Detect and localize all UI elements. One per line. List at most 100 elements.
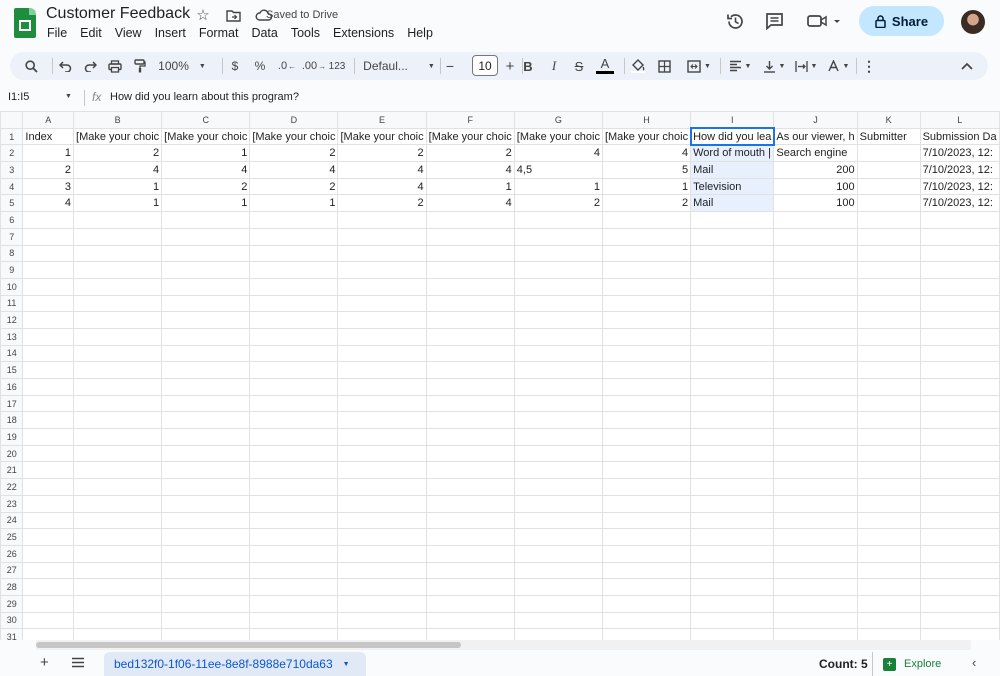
cell[interactable] xyxy=(22,277,75,296)
cell[interactable]: Word of mouth | xyxy=(690,144,775,163)
cell[interactable] xyxy=(22,578,75,596)
selection-count[interactable]: Count: 5 xyxy=(819,657,868,671)
cell[interactable] xyxy=(601,311,692,329)
cell[interactable] xyxy=(856,461,921,480)
cell[interactable] xyxy=(22,344,75,363)
cell[interactable] xyxy=(856,177,921,196)
cell[interactable] xyxy=(249,494,339,513)
column-header-k[interactable]: K xyxy=(856,111,921,129)
column-header-h[interactable]: H xyxy=(601,111,692,129)
cell[interactable] xyxy=(690,394,775,413)
cell[interactable] xyxy=(161,544,251,563)
cell[interactable]: 4 xyxy=(161,161,251,179)
cell[interactable] xyxy=(513,428,603,446)
cell[interactable] xyxy=(513,561,603,580)
cell[interactable]: Mail xyxy=(690,161,775,179)
font-size-input[interactable]: 10 xyxy=(472,55,498,76)
row-header[interactable]: 31 xyxy=(0,628,24,640)
cell[interactable] xyxy=(337,611,427,630)
cell[interactable] xyxy=(22,394,75,413)
cell[interactable] xyxy=(73,544,163,563)
cell[interactable] xyxy=(856,444,921,463)
row-header[interactable]: 21 xyxy=(0,461,24,480)
cell[interactable] xyxy=(161,628,251,640)
cell[interactable]: 7/10/2023, 12: xyxy=(919,177,1000,196)
cell[interactable] xyxy=(161,528,251,546)
cell[interactable] xyxy=(425,611,515,630)
cell[interactable] xyxy=(856,294,921,313)
cell[interactable]: 2 xyxy=(337,194,427,213)
text-wrapping-button[interactable]: ▼ xyxy=(790,56,822,76)
row-header[interactable]: 12 xyxy=(0,311,24,329)
cell[interactable] xyxy=(73,227,163,246)
cell[interactable] xyxy=(425,361,515,379)
row-header[interactable]: 7 xyxy=(0,227,24,246)
cell[interactable] xyxy=(161,244,251,263)
version-history-icon[interactable] xyxy=(724,10,746,32)
cell[interactable] xyxy=(601,277,692,296)
cell[interactable] xyxy=(690,261,775,279)
cell[interactable]: 1 xyxy=(161,194,251,213)
cell[interactable] xyxy=(601,211,692,229)
cell[interactable] xyxy=(425,411,515,430)
menu-extensions[interactable]: Extensions xyxy=(333,26,394,40)
cell[interactable] xyxy=(690,327,775,346)
cell[interactable] xyxy=(690,277,775,296)
cell[interactable] xyxy=(73,561,163,580)
cell[interactable] xyxy=(856,494,921,513)
cell[interactable] xyxy=(22,628,75,640)
redo-icon[interactable] xyxy=(81,56,99,76)
cell[interactable] xyxy=(601,378,692,396)
cell[interactable] xyxy=(919,528,1000,546)
row-header[interactable]: 1 xyxy=(0,127,24,146)
cell[interactable] xyxy=(22,261,75,279)
column-header-d[interactable]: D xyxy=(249,111,339,129)
font-family-select[interactable]: Defaul... ▼ xyxy=(363,56,435,76)
cell[interactable] xyxy=(73,461,163,480)
column-header-i[interactable]: I xyxy=(690,111,775,129)
cell[interactable] xyxy=(690,511,775,530)
cell[interactable] xyxy=(337,511,427,530)
cell[interactable] xyxy=(856,261,921,279)
cell[interactable]: Submission Da xyxy=(919,127,1000,146)
row-header[interactable]: 15 xyxy=(0,361,24,379)
row-header[interactable]: 2 xyxy=(0,144,24,163)
row-header[interactable]: 4 xyxy=(0,177,24,196)
cell[interactable] xyxy=(425,561,515,580)
cell[interactable] xyxy=(773,578,858,596)
avatar[interactable] xyxy=(961,10,985,34)
cell[interactable] xyxy=(73,277,163,296)
cell[interactable] xyxy=(249,244,339,263)
cell[interactable] xyxy=(601,428,692,446)
cell[interactable] xyxy=(919,428,1000,446)
cell[interactable] xyxy=(161,444,251,463)
cell[interactable] xyxy=(513,361,603,379)
cell[interactable] xyxy=(425,428,515,446)
cell[interactable] xyxy=(22,444,75,463)
cell[interactable] xyxy=(513,311,603,329)
cell[interactable] xyxy=(161,277,251,296)
cell[interactable] xyxy=(337,544,427,563)
cell[interactable] xyxy=(690,211,775,229)
cell[interactable] xyxy=(513,628,603,640)
cell[interactable] xyxy=(425,544,515,563)
cell[interactable] xyxy=(856,378,921,396)
cell[interactable] xyxy=(513,344,603,363)
cell[interactable] xyxy=(601,261,692,279)
cell[interactable]: [Make your choic xyxy=(73,127,163,146)
row-header[interactable]: 29 xyxy=(0,594,24,613)
cell[interactable] xyxy=(337,444,427,463)
cell[interactable]: [Make your choic xyxy=(337,127,427,146)
cell[interactable]: 2 xyxy=(161,177,251,196)
sheets-logo-icon[interactable] xyxy=(14,8,36,38)
cell[interactable] xyxy=(690,578,775,596)
row-header[interactable]: 24 xyxy=(0,511,24,530)
cell[interactable] xyxy=(856,611,921,630)
cell[interactable] xyxy=(601,294,692,313)
bold-button[interactable]: B xyxy=(520,56,536,76)
cell[interactable] xyxy=(337,244,427,263)
cell[interactable] xyxy=(249,311,339,329)
print-icon[interactable] xyxy=(106,56,124,76)
cell[interactable] xyxy=(856,544,921,563)
cell[interactable] xyxy=(249,561,339,580)
